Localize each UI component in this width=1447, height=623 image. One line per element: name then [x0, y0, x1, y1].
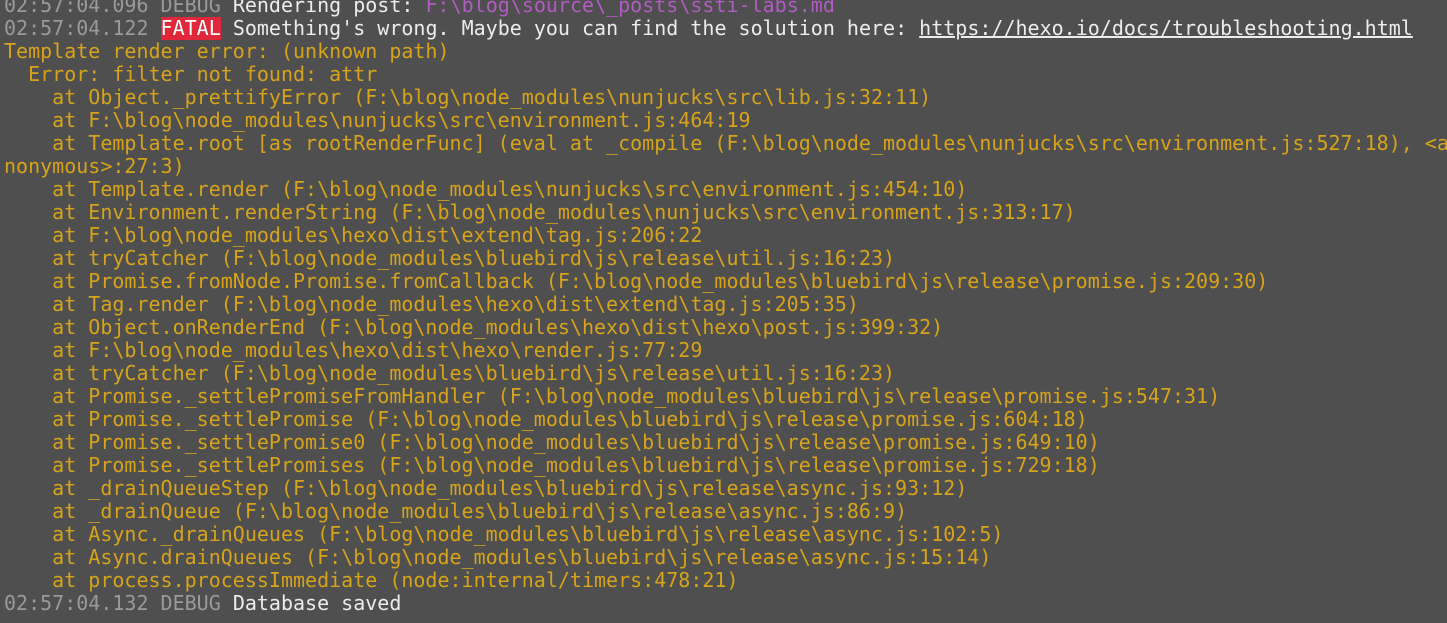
stack-trace-line: Error: filter not found: attr — [4, 63, 378, 86]
log-line-fatal: 02:57:04.122 FATAL Something's wrong. Ma… — [4, 17, 1447, 40]
log-line-database-saved: 02:57:04.132 DEBUG Database saved — [4, 592, 1447, 615]
log-timestamp: 02:57:04.132 — [4, 592, 149, 615]
stack-trace-line: at Promise._settlePromiseFromHandler (F:… — [4, 385, 1221, 408]
error-stack-trace: Template render error: (unknown path) Er… — [4, 40, 1447, 592]
stack-trace-line: at Tag.render (F:\blog\node_modules\hexo… — [4, 293, 859, 316]
stack-trace-line: at Template.root [as rootRenderFunc] (ev… — [4, 132, 1447, 155]
log-message: Something's wrong. Maybe you can find th… — [232, 17, 908, 40]
stack-trace-line: at Async.drainQueues (F:\blog\node_modul… — [4, 546, 992, 569]
stack-trace-line: at F:\blog\node_modules\nunjucks\src\env… — [4, 109, 751, 132]
log-timestamp: 02:57:04.122 — [4, 17, 149, 40]
log-level-debug: DEBUG — [160, 0, 221, 17]
log-level-debug: DEBUG — [160, 592, 221, 615]
stack-trace-line: at Promise._settlePromises (F:\blog\node… — [4, 454, 1100, 477]
stack-trace-line: at F:\blog\node_modules\hexo\dist\extend… — [4, 224, 703, 247]
log-level-fatal-badge: FATAL — [160, 17, 221, 40]
stack-trace-line: at process.processImmediate (node:intern… — [4, 569, 739, 592]
log-timestamp: 02:57:04.096 — [4, 0, 149, 17]
terminal-output: 02:57:04.096 DEBUG Rendering post: F:\bl… — [4, 0, 1447, 615]
terminal-window[interactable]: 02:57:04.096 DEBUG Rendering post: F:\bl… — [0, 0, 1447, 623]
stack-trace-line: at _drainQueueStep (F:\blog\node_modules… — [4, 477, 968, 500]
stack-trace-line: at Object.onRenderEnd (F:\blog\node_modu… — [4, 316, 944, 339]
stack-trace-line: at Object._prettifyError (F:\blog\node_m… — [4, 86, 932, 109]
stack-trace-line: at Promise._settlePromise (F:\blog\node_… — [4, 408, 1088, 431]
stack-trace-line: at F:\blog\node_modules\hexo\dist\hexo\r… — [4, 339, 703, 362]
troubleshooting-link[interactable]: https://hexo.io/docs/troubleshooting.htm… — [919, 17, 1413, 40]
stack-trace-line: at Environment.renderString (F:\blog\nod… — [4, 201, 1076, 224]
stack-trace-line: at Promise._settlePromise0 (F:\blog\node… — [4, 431, 1100, 454]
stack-trace-line: at Promise.fromNode.Promise.fromCallback… — [4, 270, 1269, 293]
stack-trace-line: at Async._drainQueues (F:\blog\node_modu… — [4, 523, 1004, 546]
stack-trace-line: at _drainQueue (F:\blog\node_modules\blu… — [4, 500, 908, 523]
stack-trace-line: Template render error: (unknown path) — [4, 40, 450, 63]
stack-trace-line: nonymous>:27:3) — [4, 155, 185, 178]
log-message: Database saved — [232, 592, 402, 615]
log-line-rendering: 02:57:04.096 DEBUG Rendering post: F:\bl… — [4, 0, 1447, 17]
log-message: Rendering post: — [232, 0, 414, 17]
log-file-path: F:\blog\source\_posts\ssti-labs.md — [425, 0, 835, 17]
stack-trace-line: at tryCatcher (F:\blog\node_modules\blue… — [4, 247, 896, 270]
stack-trace-line: at tryCatcher (F:\blog\node_modules\blue… — [4, 362, 896, 385]
stack-trace-line: at Template.render (F:\blog\node_modules… — [4, 178, 968, 201]
